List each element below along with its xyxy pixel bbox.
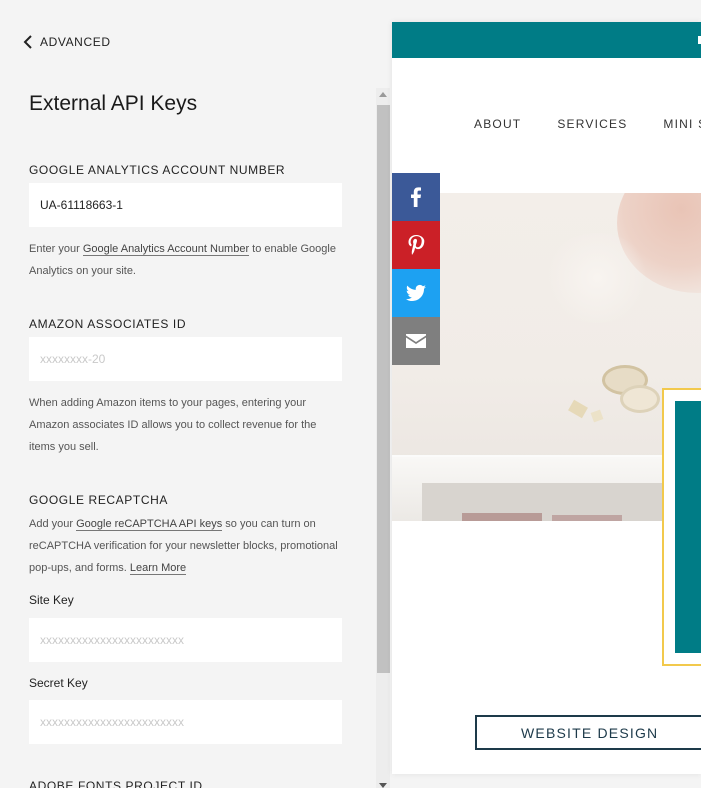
settings-panel: ADVANCED External API Keys GOOGLE ANALYT…: [0, 0, 376, 788]
google-analytics-help: Enter your Google Analytics Account Numb…: [29, 243, 336, 277]
twitter-icon: [406, 284, 426, 301]
hero-confetti: [590, 409, 604, 423]
scrollbar-thumb[interactable]: [377, 105, 390, 673]
email-icon: [406, 334, 426, 348]
nav-item-mini[interactable]: MINI S: [663, 117, 701, 131]
nav-item-about[interactable]: ABOUT: [474, 117, 521, 131]
site-navigation: ABOUT SERVICES MINI S: [474, 117, 701, 131]
site-key-input[interactable]: [29, 618, 342, 662]
recaptcha-label: GOOGLE RECAPTCHA: [29, 493, 168, 507]
amazon-associates-help: When adding Amazon items to your pages, …: [29, 397, 317, 453]
hero-highlight: [542, 233, 652, 323]
google-analytics-link[interactable]: Google Analytics Account Number: [82, 243, 250, 256]
hero-laptop-detail: [552, 515, 622, 521]
amazon-associates-label: AMAZON ASSOCIATES ID: [29, 317, 187, 331]
feature-card: [662, 388, 701, 666]
share-twitter-button[interactable]: [392, 269, 440, 317]
website-design-button[interactable]: WEBSITE DESIGN: [475, 715, 701, 750]
scrollbar[interactable]: [376, 88, 390, 788]
facebook-icon: [411, 187, 421, 207]
adobe-fonts-label: ADOBE FONTS PROJECT ID: [29, 779, 203, 788]
hero-coin: [620, 385, 660, 413]
share-pinterest-button[interactable]: [392, 221, 440, 269]
recaptcha-api-link[interactable]: Google reCAPTCHA API keys: [76, 518, 223, 531]
hero-laptop-detail: [462, 513, 542, 521]
back-button[interactable]: ADVANCED: [22, 34, 111, 50]
scroll-up-arrow-icon[interactable]: [379, 92, 387, 97]
amazon-associates-input[interactable]: [29, 337, 342, 381]
chevron-left-icon: [23, 35, 32, 49]
learn-more-link[interactable]: Learn More: [129, 562, 187, 575]
google-analytics-input[interactable]: [29, 183, 342, 227]
announcement-bar: [392, 22, 701, 58]
recaptcha-help: Add your Google reCAPTCHA API keys so yo…: [29, 518, 338, 575]
nav-item-services[interactable]: SERVICES: [557, 117, 627, 131]
scroll-down-arrow-icon[interactable]: [379, 783, 387, 788]
share-email-button[interactable]: [392, 317, 440, 365]
share-bar: [392, 173, 440, 365]
feature-card-fill: [675, 401, 701, 653]
site-key-label: Site Key: [29, 593, 74, 607]
secret-key-input[interactable]: [29, 700, 342, 744]
secret-key-label: Secret Key: [29, 676, 88, 690]
site-preview: ABOUT SERVICES MINI S WEBSITE DESIGN: [392, 22, 701, 774]
back-label: ADVANCED: [40, 35, 111, 49]
hero-confetti: [568, 399, 588, 419]
pinterest-icon: [408, 235, 425, 255]
share-facebook-button[interactable]: [392, 173, 440, 221]
hero-laptop-screen: [422, 483, 662, 521]
page-title: External API Keys: [29, 92, 198, 115]
google-analytics-label: GOOGLE ANALYTICS ACCOUNT NUMBER: [29, 163, 286, 177]
